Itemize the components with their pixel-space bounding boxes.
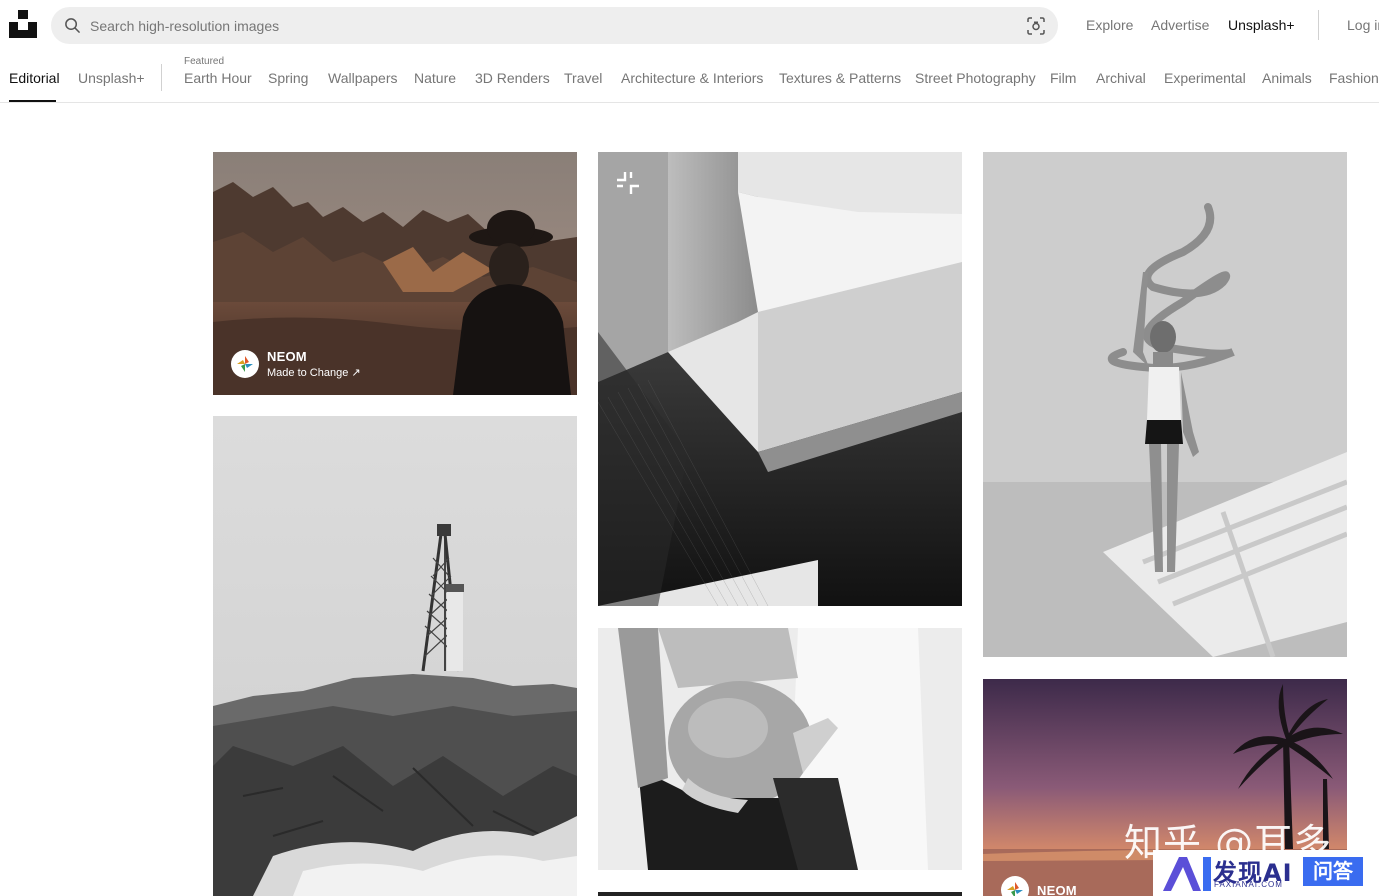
tab-editorial[interactable]: Editorial bbox=[9, 70, 60, 86]
search-bar[interactable] bbox=[51, 7, 1058, 44]
faxianai-domain: FAXIANAI.COM bbox=[1214, 880, 1283, 889]
active-tab-indicator bbox=[9, 100, 56, 102]
tab-fashion[interactable]: Fashion bbox=[1329, 70, 1379, 86]
neom-logo-icon bbox=[1002, 877, 1028, 896]
featured-caption: Featured bbox=[184, 56, 225, 67]
nav-login[interactable]: Log in bbox=[1347, 17, 1379, 33]
tab-nature[interactable]: Nature bbox=[414, 70, 456, 86]
sponsor-name: NEOM bbox=[267, 349, 307, 364]
search-input[interactable] bbox=[90, 7, 1010, 44]
architecture-image bbox=[598, 152, 962, 606]
photo-next[interactable] bbox=[598, 892, 962, 896]
photo-lighthouse[interactable] bbox=[213, 416, 577, 896]
neom-avatar bbox=[231, 350, 259, 378]
unsplash-plus-icon bbox=[617, 172, 639, 194]
nav-unsplash-plus[interactable]: Unsplash+ bbox=[1228, 17, 1295, 33]
tab-earth-hour[interactable]: Earth Hour bbox=[184, 70, 252, 86]
category-tabs: Editorial Unsplash+ Featured Earth Hour … bbox=[0, 50, 1379, 103]
lighthouse-image bbox=[213, 416, 577, 896]
photo-desert-hat[interactable]: NEOM Made to Change ↗ bbox=[213, 152, 577, 395]
pregnancy-image bbox=[598, 628, 962, 870]
ribbon-dancer-image bbox=[983, 152, 1347, 657]
unsplash-logo[interactable] bbox=[9, 10, 37, 38]
photo-pregnancy[interactable] bbox=[598, 628, 962, 870]
top-header: Explore Advertise Unsplash+ Log in bbox=[0, 0, 1379, 50]
tab-archival[interactable]: Archival bbox=[1096, 70, 1146, 86]
sponsor-name: NEOM bbox=[1037, 882, 1077, 896]
tab-textures-patterns[interactable]: Textures & Patterns bbox=[779, 70, 901, 86]
tab-spring[interactable]: Spring bbox=[268, 70, 308, 86]
tab-architecture-interiors[interactable]: Architecture & Interiors bbox=[621, 70, 763, 86]
tab-unsplash-plus[interactable]: Unsplash+ bbox=[78, 70, 145, 86]
nav-explore[interactable]: Explore bbox=[1086, 17, 1133, 33]
tab-wallpapers[interactable]: Wallpapers bbox=[328, 70, 398, 86]
tab-experimental[interactable]: Experimental bbox=[1164, 70, 1246, 86]
tab-travel[interactable]: Travel bbox=[564, 70, 602, 86]
tab-3d-renders[interactable]: 3D Renders bbox=[475, 70, 550, 86]
photo-architecture[interactable] bbox=[598, 152, 962, 606]
header-divider bbox=[1318, 10, 1319, 40]
search-icon[interactable] bbox=[64, 17, 81, 34]
photo-ribbon-dancer[interactable] bbox=[983, 152, 1347, 657]
visual-search-icon[interactable] bbox=[1027, 17, 1045, 35]
sponsor-badge[interactable]: NEOM bbox=[1001, 876, 1077, 896]
neom-logo-icon bbox=[232, 351, 258, 377]
nav-advertise[interactable]: Advertise bbox=[1151, 17, 1209, 33]
tab-animals[interactable]: Animals bbox=[1262, 70, 1312, 86]
tab-film[interactable]: Film bbox=[1050, 70, 1076, 86]
faxianai-logo-icon bbox=[1163, 857, 1211, 891]
tabs-divider bbox=[161, 64, 162, 91]
sponsor-tagline[interactable]: Made to Change ↗ bbox=[267, 366, 361, 379]
tab-street-photography[interactable]: Street Photography bbox=[915, 70, 1036, 86]
sponsor-badge[interactable]: NEOM Made to Change ↗ bbox=[231, 349, 361, 379]
faxianai-ask-button: 问答 bbox=[1303, 857, 1363, 886]
neom-avatar bbox=[1001, 876, 1029, 896]
